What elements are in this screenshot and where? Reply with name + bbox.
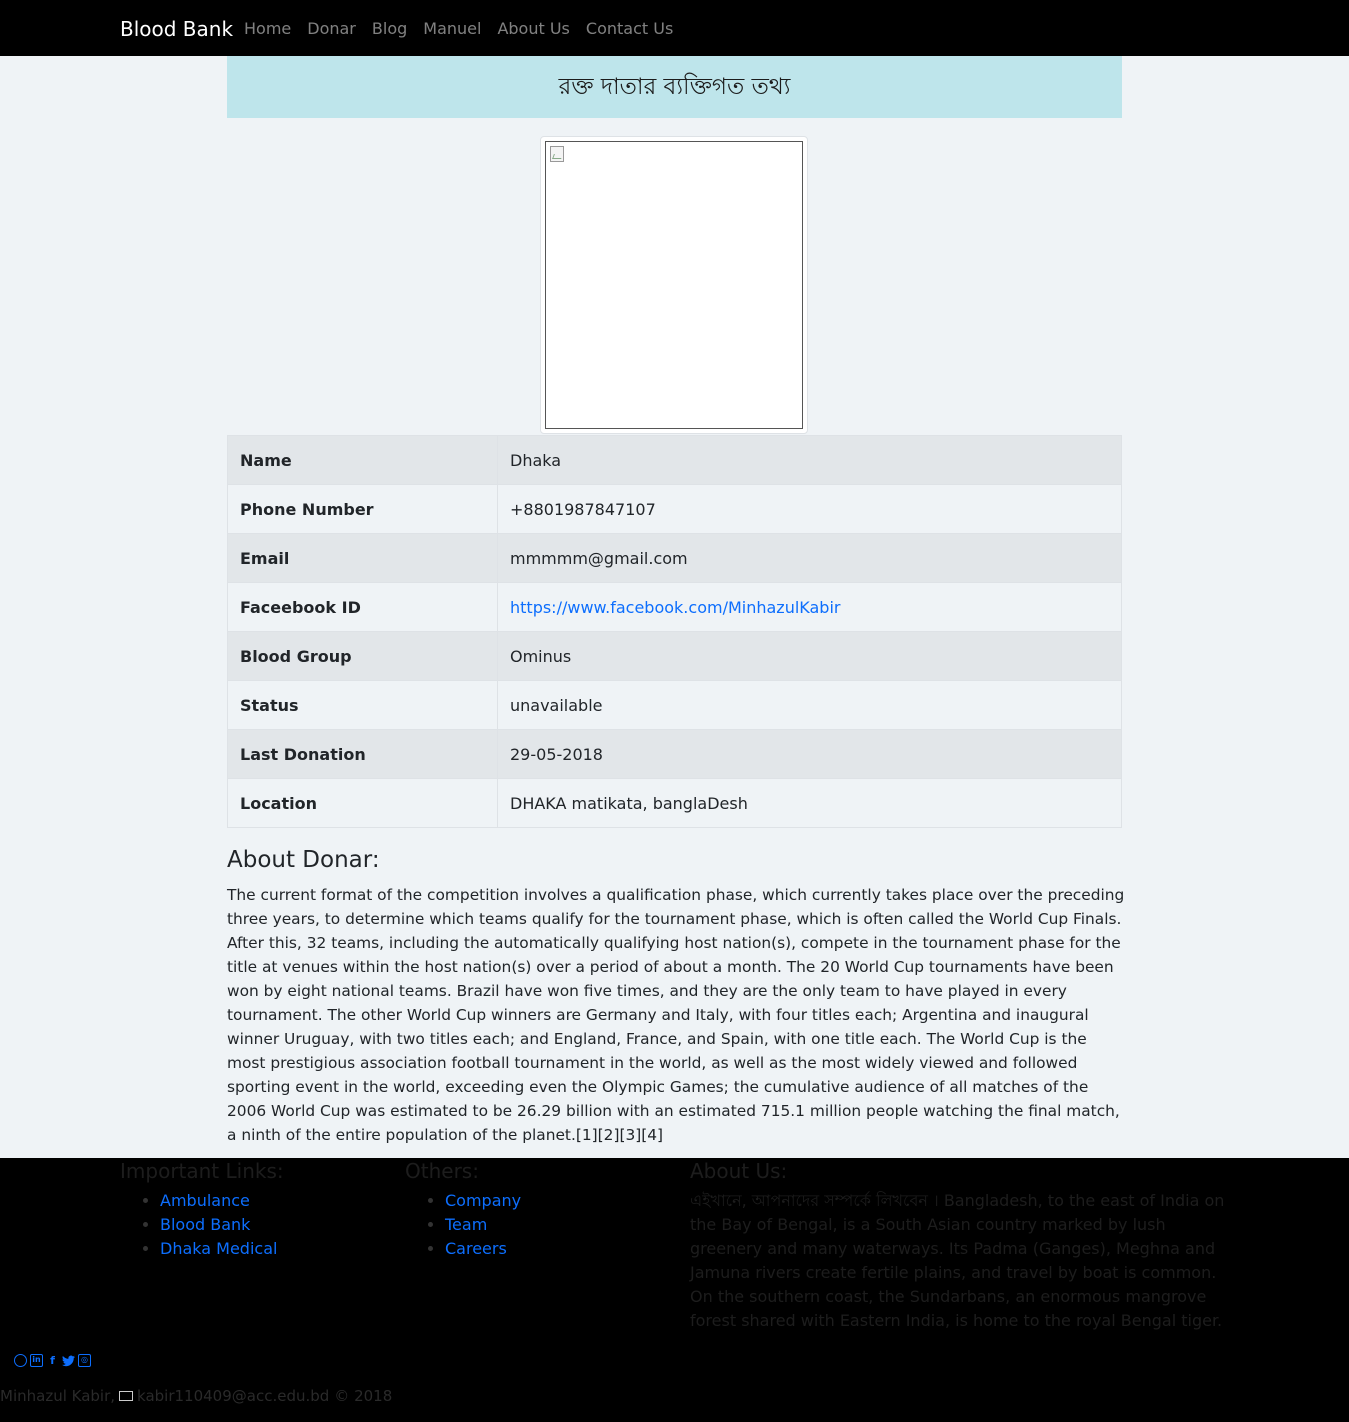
row-label: Name	[227, 435, 498, 485]
row-value: DHAKA matikata, banglaDesh	[497, 778, 1122, 828]
table-row: Email mmmmm@gmail.com	[227, 533, 1122, 583]
about-donor-text: The current format of the competition in…	[227, 886, 1125, 1144]
nav-link-about-us[interactable]: About Us	[489, 17, 577, 41]
mail-icon	[119, 1391, 134, 1401]
table-row: Last Donation 29-05-2018	[227, 729, 1122, 779]
brand-logo[interactable]: Blood Bank	[120, 16, 233, 42]
row-value: Dhaka	[497, 435, 1122, 485]
row-label: Faceebook ID	[227, 582, 498, 632]
table-row: Phone Number +8801987847107	[227, 484, 1122, 534]
social-links: in f ◎	[14, 1354, 91, 1367]
copyright: Minhazul Kabir, kabir110409@acc.edu.bd ©…	[0, 1386, 392, 1406]
twitter-icon[interactable]	[62, 1354, 75, 1367]
instagram-icon[interactable]: ◎	[78, 1354, 91, 1367]
github-icon[interactable]	[14, 1354, 27, 1367]
table-row: Location DHAKA matikata, banglaDesh	[227, 778, 1122, 828]
footer-link-ambulance[interactable]: Ambulance	[160, 1191, 250, 1210]
about-donor-heading: About Donar:	[227, 847, 380, 873]
nav-link-home[interactable]: Home	[236, 17, 299, 41]
row-label: Phone Number	[227, 484, 498, 534]
footer-link-company[interactable]: Company	[445, 1191, 521, 1210]
about-us-heading: About Us:	[690, 1159, 788, 1183]
nav-link-manuel[interactable]: Manuel	[415, 17, 489, 41]
row-label: Location	[227, 778, 498, 828]
about-us-column: About Us: এইখানে, আপনাদের সম্পর্কে লিখবে…	[690, 1158, 1230, 1333]
row-value: mmmmm@gmail.com	[497, 533, 1122, 583]
footer: Important Links: Ambulance Blood Bank Dh…	[0, 1158, 1349, 1422]
row-label: Blood Group	[227, 631, 498, 681]
important-links-heading: Important Links:	[120, 1159, 284, 1183]
footer-link-careers[interactable]: Careers	[445, 1239, 507, 1258]
row-label: Status	[227, 680, 498, 730]
donor-info-table: Name Dhaka Phone Number +8801987847107 E…	[227, 435, 1122, 828]
row-label: Last Donation	[227, 729, 498, 779]
facebook-icon[interactable]: f	[46, 1354, 59, 1367]
row-value: +8801987847107	[497, 484, 1122, 534]
footer-link-team[interactable]: Team	[445, 1215, 487, 1234]
broken-image-icon	[550, 146, 564, 162]
copyright-text: © 2018	[334, 1387, 393, 1405]
important-links-column: Important Links: Ambulance Blood Bank Dh…	[120, 1158, 284, 1261]
about-us-text: এইখানে, আপনাদের সম্পর্কে লিখবেন । Bangla…	[690, 1191, 1225, 1330]
author-email[interactable]: kabir110409@acc.edu.bd	[137, 1386, 329, 1406]
donor-photo	[540, 136, 808, 434]
others-column: Others: Company Team Careers	[405, 1158, 521, 1261]
table-row: Blood Group Ominus	[227, 631, 1122, 681]
table-row: Faceebook ID https://www.facebook.com/Mi…	[227, 582, 1122, 632]
table-row: Name Dhaka	[227, 435, 1122, 485]
row-value: unavailable	[497, 680, 1122, 730]
facebook-link[interactable]: https://www.facebook.com/MinhazulKabir	[510, 598, 840, 617]
row-value: 29-05-2018	[497, 729, 1122, 779]
nav-link-blog[interactable]: Blog	[364, 17, 415, 41]
row-label: Email	[227, 533, 498, 583]
page-title: রক্ত দাতার ব্যক্তিগত তথ্য	[558, 73, 791, 100]
row-value: https://www.facebook.com/MinhazulKabir	[497, 582, 1122, 632]
author-name: Minhazul Kabir,	[0, 1387, 116, 1405]
footer-link-blood-bank[interactable]: Blood Bank	[160, 1215, 250, 1234]
nav-link-donar[interactable]: Donar	[299, 17, 364, 41]
nav-link-contact-us[interactable]: Contact Us	[578, 17, 681, 41]
others-heading: Others:	[405, 1159, 479, 1183]
nav-links: Home Donar Blog Manuel About Us Contact …	[236, 17, 681, 41]
navbar: Blood Bank Home Donar Blog Manuel About …	[0, 0, 1349, 56]
about-donor-section: About Donar: The current format of the c…	[227, 845, 1125, 1147]
linkedin-icon[interactable]: in	[30, 1354, 43, 1367]
footer-link-dhaka-medical[interactable]: Dhaka Medical	[160, 1239, 277, 1258]
page-header: রক্ত দাতার ব্যক্তিগত তথ্য	[227, 56, 1122, 118]
table-row: Status unavailable	[227, 680, 1122, 730]
donor-photo-placeholder	[545, 141, 803, 429]
row-value: Ominus	[497, 631, 1122, 681]
